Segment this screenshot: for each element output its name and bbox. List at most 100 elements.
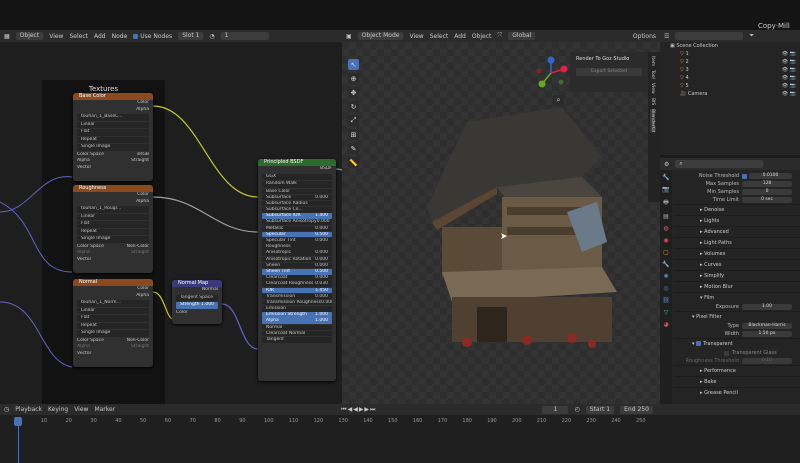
panel-header[interactable]: ▸ Simplify [674,270,800,281]
bsdf-input-row[interactable]: Alpha 1.000 [262,318,332,325]
noise-threshold-value[interactable]: 0.0100 [749,173,792,179]
visibility-icon[interactable]: 👁 📷 [782,90,796,98]
current-frame-field[interactable]: 1 [542,405,569,414]
particles-tab-icon[interactable]: ✺ [663,273,668,280]
panel-header[interactable]: ▸ Performance [674,365,800,376]
outliner-item[interactable]: ▽ 1 👁 📷 [660,50,800,58]
time-limit-value[interactable]: 0 sec [742,197,792,203]
bsdf-input-row[interactable]: IOR 1.450 [262,287,332,294]
tab-bis[interactable]: BIS [650,98,655,105]
annotate-tool-icon[interactable]: ✎ [348,143,359,154]
outliner[interactable]: ☰ ⏷ ▣ Scene Collection ▽ 1 👁 📷 ▽ 2 👁 📷 ▽ 3 👁 … [660,30,800,155]
outliner-editor-icon[interactable]: ☰ [664,33,669,40]
panel-header[interactable]: ▾ Film [674,292,800,303]
bsdf-input-row[interactable]: Anisotropic Rotation 0.000 [262,256,332,263]
source-select[interactable]: Single Image [77,236,149,243]
bsdf-input-row[interactable]: Transmission 0.000 [262,293,332,300]
panel-header[interactable]: ▸ Denoise [674,204,800,215]
roughness-threshold-value[interactable]: 0.10 [742,358,792,364]
visibility-icon[interactable]: 👁 📷 [782,58,796,66]
bsdf-input-row[interactable]: Normal [262,324,332,331]
bsdf-input-row[interactable]: Subsurface IOR 1.400 [262,213,332,219]
filter-type-row[interactable]: Type Blackman-Harris [674,322,800,330]
properties-search-field[interactable]: ⌕ [675,160,764,168]
material-tab-icon[interactable]: ◕ [663,321,668,328]
export-selected-button[interactable]: Export Selected [576,68,642,76]
bsdf-input-row[interactable]: Emission Strength 1.000 [262,312,332,318]
properties-editor[interactable]: ⚙ ⌕ 🔧 📷 🖶 ▤ ◍ ◉ ▢ 🔧 ✺ ◎ ⛓ ▽ ◕ Noise Thre… [660,158,800,428]
principled-bsdf-node[interactable]: Principled BSDF BSDF GGX Random Walk Bas… [258,159,336,381]
playhead[interactable] [14,417,22,426]
timeline[interactable]: ◷ Playback Keying View Marker ⏮◀◀▶▶⏭ 1 ◴… [0,404,800,463]
image-texture-node-base-color[interactable]: Base Color Color Alpha touhan_1_BaseC...… [73,93,153,181]
distribution-select[interactable]: GGX [262,173,332,180]
visibility-icon[interactable]: 👁 📷 [782,50,796,58]
data-tab-icon[interactable]: ▽ [664,309,669,316]
render-tab-icon[interactable]: 📷 [662,186,669,193]
image-field[interactable]: touhan_1_Norm... [77,300,149,307]
checkbox-icon[interactable] [742,173,747,179]
pixel-filter-panel[interactable]: ▾ Pixel Filter [674,311,800,322]
bsdf-input-row[interactable]: Transmission Roughness0.000 [262,299,332,306]
frame-ruler[interactable]: 1102030405060708090100110120130140150160… [0,417,660,427]
end-frame-field[interactable]: End 250 [620,405,653,414]
exposure-value[interactable]: 1.00 [742,304,792,310]
tab-blenderkit[interactable]: BlenderKit [650,108,655,133]
menu-add[interactable]: Add [94,33,106,40]
min-samples-row[interactable]: Min Samples 0 [674,188,800,196]
bsdf-input-row[interactable]: Emission [262,306,332,312]
constraints-tab-icon[interactable]: ⛓ [662,297,670,304]
scene-collection-row[interactable]: ▣ Scene Collection [660,42,800,50]
bsdf-input-row[interactable]: Anisotropic 0.000 [262,250,332,256]
navigation-gizmo-icon[interactable] [534,56,568,90]
mode-select[interactable]: Object [15,32,44,40]
vp-menu-add[interactable]: Add [454,33,466,40]
editor-type-icon[interactable]: ▦ [4,33,10,40]
vp-menu-view[interactable]: View [409,33,423,40]
transform-tool-icon[interactable]: ⊞ [348,129,359,140]
properties-editor-icon[interactable]: ⚙ [664,161,669,168]
panel-header[interactable]: ▸ Volumes [674,248,800,259]
playback-controls-icon[interactable]: ⏮◀◀▶▶⏭ [341,406,376,414]
tool-tab-icon[interactable]: 🔧 [662,174,669,181]
timeline-editor-icon[interactable]: ◷ [4,406,9,413]
outliner-search-field[interactable] [675,32,744,40]
menu-view[interactable]: View [49,33,63,40]
outliner-item[interactable]: ▽ 3 👁 📷 [660,66,800,74]
outliner-item[interactable]: 🎥 Camera 👁 📷 [660,90,800,98]
exposure-row[interactable]: Exposure 1.00 [674,303,800,311]
panel-header[interactable]: ▸ Curves [674,259,800,270]
rotate-tool-icon[interactable]: ↻ [348,101,359,112]
panel-header[interactable]: ▸ Motion Blur [674,281,800,292]
bsdf-input-row[interactable]: Sheen 0.000 [262,262,332,269]
bsdf-input-row[interactable]: Clearcoat 0.000 [262,275,332,281]
extension-select[interactable]: Repeat [77,136,149,143]
modifier-tab-icon[interactable]: 🔧 [662,261,669,268]
menu-keying[interactable]: Keying [48,406,68,413]
bsdf-input-row[interactable]: Clearcoat Roughness 0.030 [262,281,332,287]
cursor-tool-icon[interactable]: ⊕ [348,73,359,84]
menu-playback[interactable]: Playback [15,406,42,413]
material-name-field[interactable]: 1 [220,32,269,40]
image-texture-node-roughness[interactable]: Roughness Color Alpha touhan_1_Rougr... … [73,185,153,273]
space-select[interactable]: Tangent Space [176,294,218,301]
projection-select[interactable]: Flat [77,315,149,322]
bsdf-input-row[interactable]: Subsurface 0.000 [262,194,332,201]
filter-type-select[interactable]: Blackman-Harris [742,323,792,329]
select-tool-icon[interactable]: ↖ [348,59,359,70]
panel-header[interactable]: ▸ Advanced [674,226,800,237]
menu-timeline-view[interactable]: View [74,406,88,413]
house-model[interactable] [387,102,647,362]
interpolation-select[interactable]: Linear [77,307,149,314]
scene-tab-icon[interactable]: ◍ [663,225,668,232]
panel-header[interactable]: ▸ Bake [674,376,800,387]
scale-tool-icon[interactable]: ⤢ [348,115,359,126]
max-samples-value[interactable]: 128 [742,181,792,187]
filter-width-row[interactable]: Width 1.50 px [674,330,800,338]
bsdf-input-row[interactable]: Clearcoat Normal [262,330,332,337]
vp-menu-object[interactable]: Object [472,33,492,40]
bsdf-input-row[interactable]: Subsurface Anisotropy 0.000 [262,219,332,226]
bsdf-input-row[interactable]: Specular 0.500 [262,231,332,238]
noise-threshold-row[interactable]: Noise Threshold 0.0100 [674,172,800,180]
normal-map-node[interactable]: Normal Map Normal Tangent Space Strength… [172,280,222,324]
